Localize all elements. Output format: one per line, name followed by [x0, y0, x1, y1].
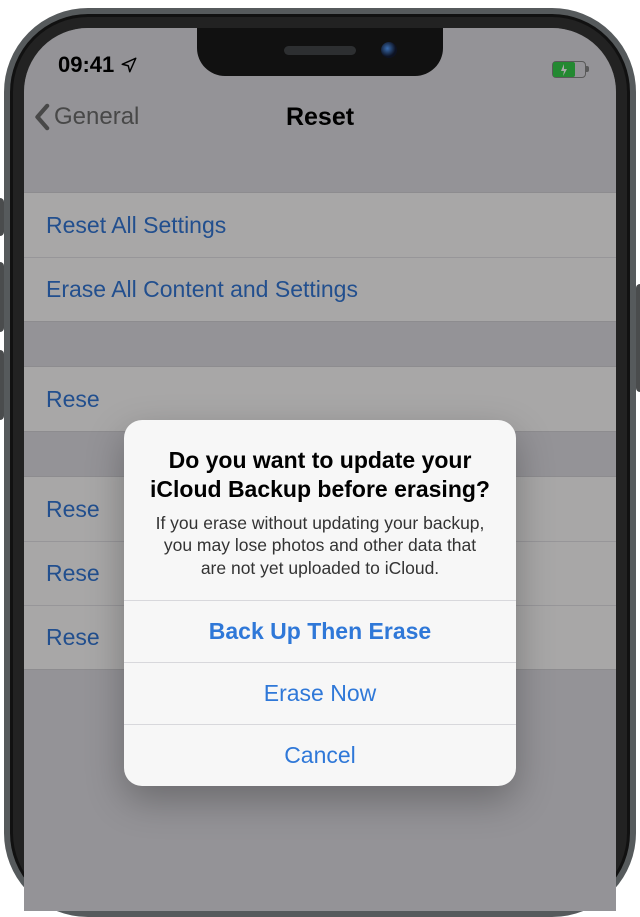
button-label: Erase Now [264, 680, 376, 707]
alert-message: If you erase without updating your backu… [148, 512, 492, 580]
backup-then-erase-button[interactable]: Back Up Then Erase [124, 600, 516, 662]
alert-title: Do you want to update your iCloud Backup… [148, 446, 492, 504]
cancel-button[interactable]: Cancel [124, 724, 516, 786]
button-label: Cancel [284, 742, 356, 769]
notch [197, 28, 443, 76]
front-camera [381, 42, 397, 58]
power-button[interactable] [636, 284, 640, 392]
erase-now-button[interactable]: Erase Now [124, 662, 516, 724]
alert-dialog: Do you want to update your iCloud Backup… [124, 420, 516, 786]
phone-frame: 09:41 [4, 8, 636, 917]
screen: 09:41 [24, 28, 616, 911]
button-label: Back Up Then Erase [209, 618, 431, 645]
